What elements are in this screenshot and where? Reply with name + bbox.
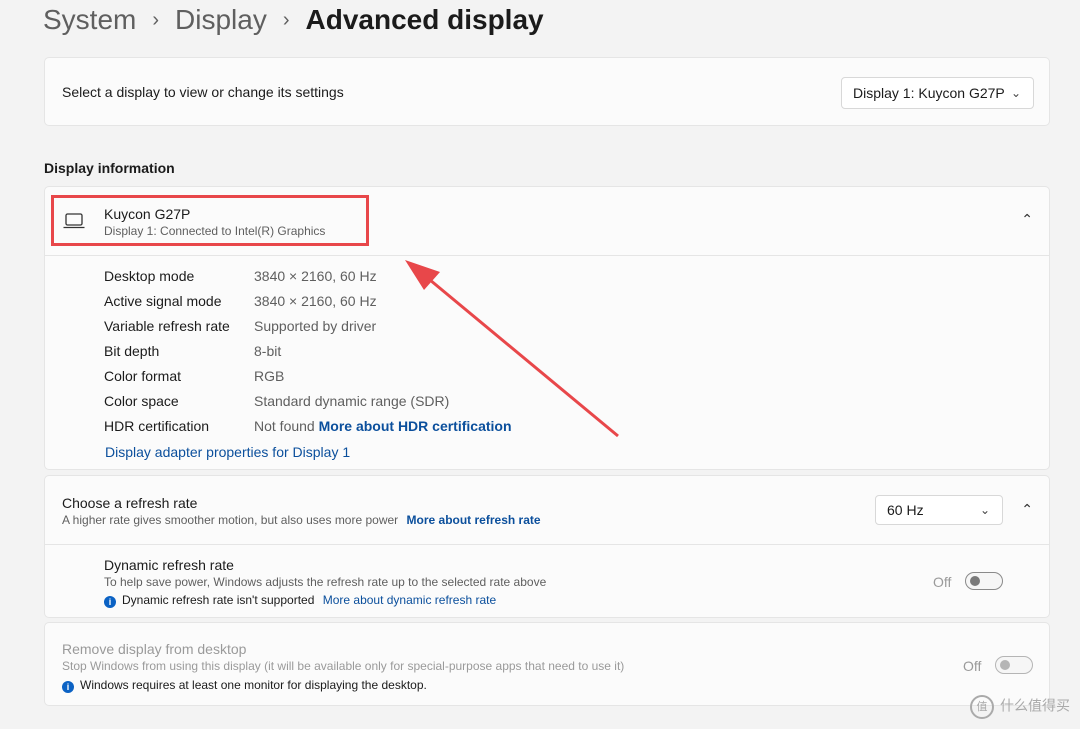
annotation-arrow <box>405 260 619 438</box>
watermark: 值什么值得买 <box>970 695 1070 719</box>
watermark-text: 什么值得买 <box>1000 697 1070 714</box>
watermark-logo: 值 <box>970 695 994 719</box>
